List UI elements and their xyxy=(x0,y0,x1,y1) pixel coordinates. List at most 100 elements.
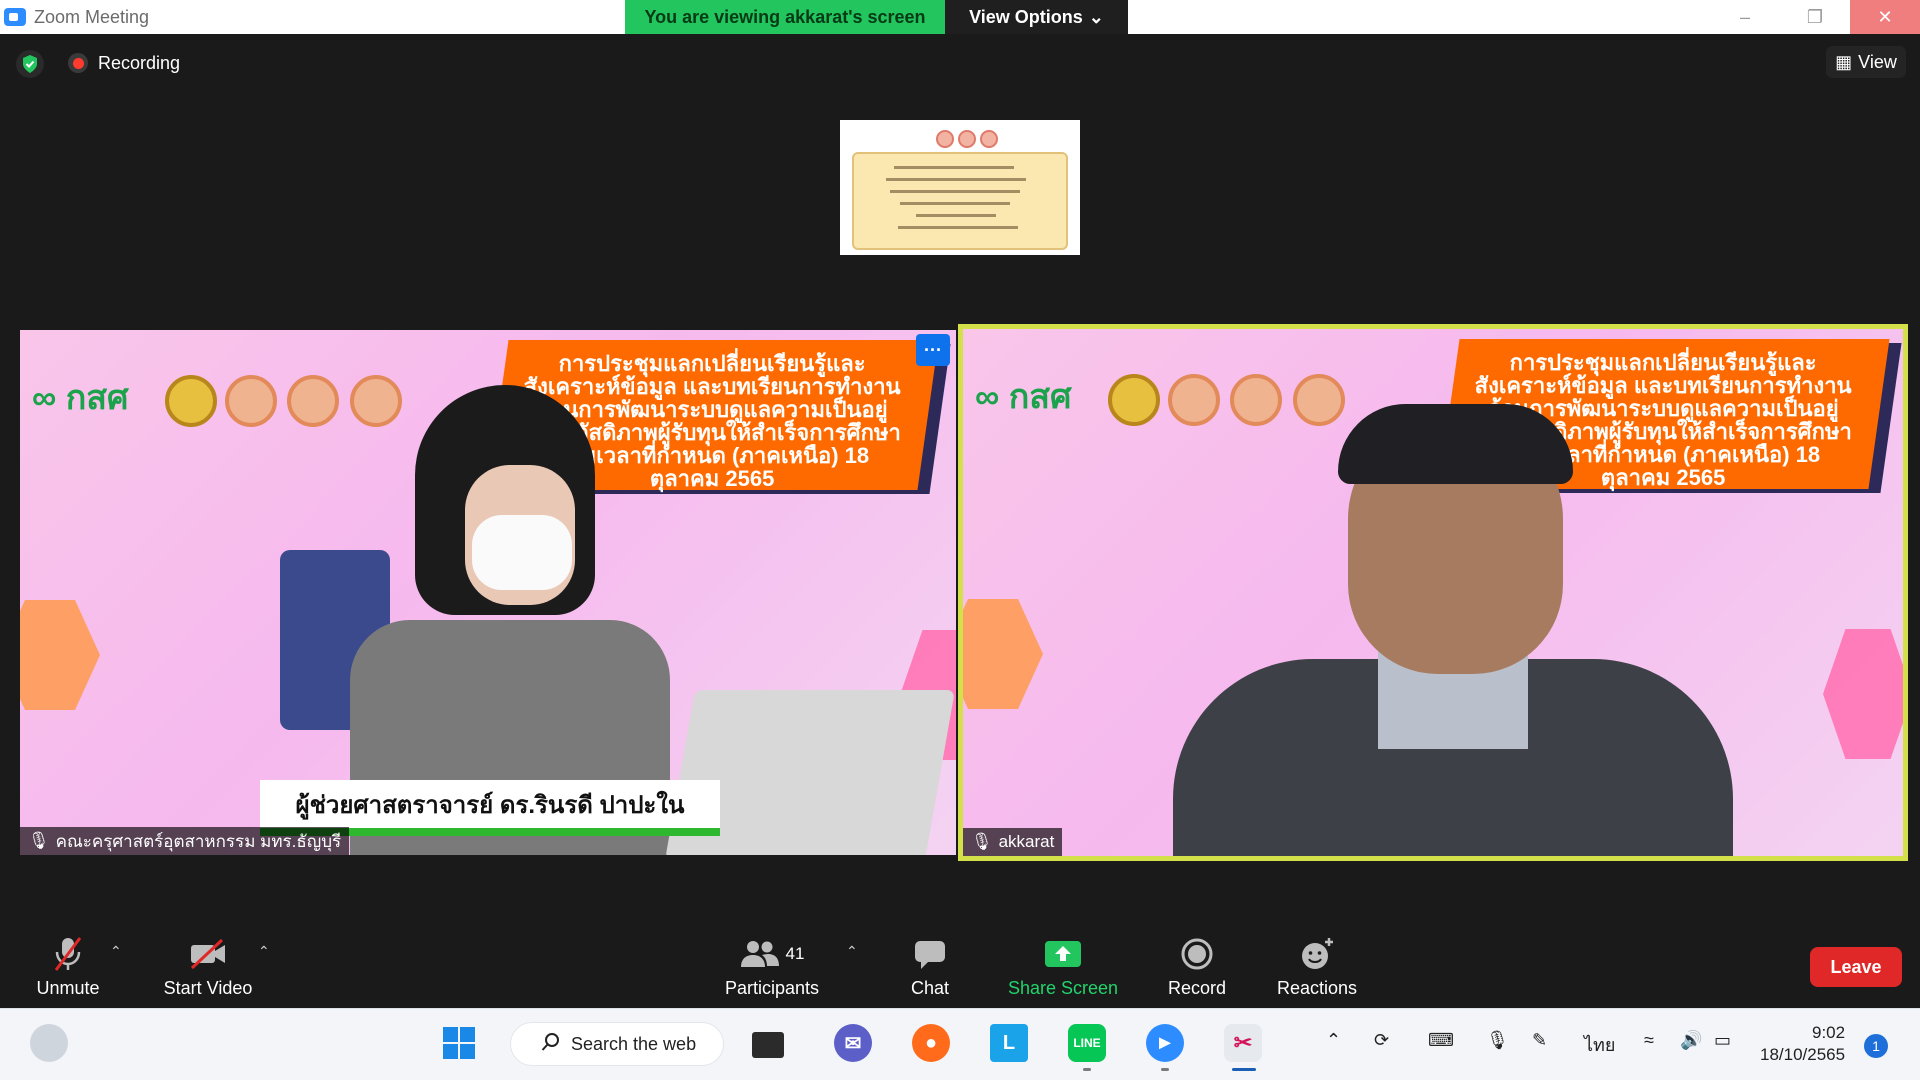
window-title: Zoom Meeting xyxy=(34,6,150,27)
zoom-app-icon xyxy=(4,8,26,26)
battery-icon[interactable]: ▭ xyxy=(1714,1030,1731,1051)
logo-text: กสศ xyxy=(1008,378,1072,416)
chevron-down-icon: ⌄ xyxy=(1088,6,1104,27)
video-tile-active-speaker[interactable]: ∞ กสศ การประชุมแลกเปลี่ยนเรียนรู้และสังเ… xyxy=(958,324,1908,861)
audio-options-caret-icon[interactable]: ⌃ xyxy=(110,943,122,960)
teams-chat-icon[interactable]: ✉ xyxy=(834,1024,872,1062)
unmute-label: Unmute xyxy=(36,978,100,998)
search-icon xyxy=(541,1032,561,1057)
view-options-button[interactable]: View Options ⌄ xyxy=(945,0,1128,34)
minimize-button[interactable]: – xyxy=(1710,0,1780,34)
wifi-icon[interactable]: ≈ xyxy=(1644,1030,1654,1051)
notification-badge[interactable]: 1 xyxy=(1864,1034,1888,1058)
keyboard-icon[interactable]: ⌨ xyxy=(1428,1030,1454,1051)
seal-icon xyxy=(936,130,954,148)
decor-hexagon xyxy=(20,600,100,710)
input-language[interactable]: ไทย xyxy=(1584,1030,1615,1059)
reactions-smiley-icon xyxy=(1299,934,1335,974)
security-shield-icon[interactable] xyxy=(16,50,44,78)
tile-more-options-button[interactable]: ··· xyxy=(916,334,950,366)
record-label: Record xyxy=(1167,978,1227,998)
sync-icon[interactable]: ⟳ xyxy=(1374,1030,1389,1051)
mic-muted-icon xyxy=(51,934,85,974)
line-app-icon[interactable]: LINE xyxy=(1068,1024,1106,1062)
record-icon xyxy=(1180,934,1214,974)
search-label: Search the web xyxy=(571,1033,697,1054)
participants-count: 41 xyxy=(785,944,805,963)
emblem-icon xyxy=(1108,374,1160,426)
unmute-button[interactable]: Unmute xyxy=(32,934,104,999)
taskbar-search[interactable]: Search the web xyxy=(510,1022,724,1066)
chevron-up-icon[interactable]: ⌃ xyxy=(1326,1030,1341,1051)
decor-hexagon xyxy=(963,599,1043,709)
view-button[interactable]: ▦ View xyxy=(1826,46,1906,78)
eef-logo: ∞ กสศ xyxy=(975,369,1072,423)
weather-cloud-icon[interactable] xyxy=(30,1024,68,1062)
microphone-icon[interactable]: 🎙 xyxy=(1486,1030,1509,1051)
viewing-screen-banner: You are viewing akkarat's screen xyxy=(625,0,945,34)
seal-icon xyxy=(1168,374,1220,426)
snipping-tool-icon[interactable]: ✂ xyxy=(1224,1024,1262,1062)
clock-time: 9:02 xyxy=(1812,1023,1846,1042)
video-tile-presenter[interactable]: ∞ กสศ การประชุมแลกเปลี่ยนเรียนรู้และสังเ… xyxy=(20,330,956,855)
recording-label: Recording xyxy=(98,53,181,73)
shared-screen-thumbnail[interactable] xyxy=(840,120,1080,255)
l-app-icon[interactable]: L xyxy=(990,1024,1028,1062)
volume-icon[interactable]: 🔊 xyxy=(1680,1030,1702,1051)
seal-icon xyxy=(1230,374,1282,426)
participant-name: akkarat xyxy=(998,832,1055,851)
face-mask xyxy=(472,515,572,590)
view-options-label: View Options xyxy=(969,6,1083,27)
windows-start-icon[interactable] xyxy=(440,1024,478,1062)
share-screen-button[interactable]: Share Screen xyxy=(1006,934,1120,999)
meeting-toolbar xyxy=(0,920,1920,1008)
task-view-icon[interactable] xyxy=(752,1032,784,1058)
view-label: View xyxy=(1858,51,1897,72)
logo-text: กสศ xyxy=(65,379,129,417)
mic-muted-icon: 🎙 xyxy=(28,831,50,850)
share-screen-icon xyxy=(1044,934,1082,974)
seal-icon xyxy=(980,130,998,148)
chat-button[interactable]: Chat xyxy=(905,934,955,999)
participant-name: คณะครุศาสตร์อุตสาหกรรม มทร.ธัญบุรี xyxy=(55,831,342,851)
windows-taskbar xyxy=(0,1008,1920,1080)
zoom-taskbar-icon[interactable]: ► xyxy=(1146,1024,1184,1062)
start-video-button[interactable]: Start Video xyxy=(158,934,258,999)
participants-button[interactable]: 41 Participants xyxy=(722,934,822,999)
pen-icon[interactable]: ✎ xyxy=(1532,1030,1547,1051)
video-off-icon xyxy=(188,934,228,974)
participant-name-tag: 🎙 akkarat xyxy=(963,828,1063,856)
clock-date: 18/10/2565 xyxy=(1760,1045,1846,1064)
seal-icon xyxy=(287,375,339,427)
firefox-icon[interactable]: ● xyxy=(912,1024,950,1062)
decor-hexagon xyxy=(1823,629,1903,759)
certificate-scroll-image xyxy=(852,152,1068,250)
close-button[interactable]: ✕ xyxy=(1850,0,1920,34)
share-screen-label: Share Screen xyxy=(1007,978,1119,998)
restore-button[interactable]: ❐ xyxy=(1780,0,1850,34)
infinity-icon: ∞ xyxy=(975,378,1009,416)
reactions-label: Reactions xyxy=(1276,978,1358,998)
eef-logo: ∞ กสศ xyxy=(32,370,129,424)
start-video-label: Start Video xyxy=(163,978,253,998)
seal-icon xyxy=(350,375,402,427)
window-controls: – ❐ ✕ xyxy=(1710,0,1920,34)
chat-icon xyxy=(913,934,947,974)
leave-button[interactable]: Leave xyxy=(1810,947,1902,987)
participants-options-caret-icon[interactable]: ⌃ xyxy=(846,943,858,960)
system-clock[interactable]: 9:02 18/10/2565 xyxy=(1760,1022,1845,1066)
video-options-caret-icon[interactable]: ⌃ xyxy=(258,943,270,960)
infinity-icon: ∞ xyxy=(32,379,66,417)
emblem-icon xyxy=(165,375,217,427)
record-button[interactable]: Record xyxy=(1166,934,1228,999)
participants-label: Participants xyxy=(724,978,820,998)
recording-indicator-icon xyxy=(68,53,88,73)
seal-icon xyxy=(225,375,277,427)
participant-name-tag: 🎙 คณะครุศาสตร์อุตสาหกรรม มทร.ธัญบุรี xyxy=(20,827,350,855)
reactions-button[interactable]: Reactions xyxy=(1272,934,1362,999)
chat-label: Chat xyxy=(910,978,950,998)
grid-icon: ▦ xyxy=(1835,51,1853,72)
seal-icon xyxy=(1293,374,1345,426)
mic-muted-icon: 🎙 xyxy=(971,832,993,851)
speaker-hair xyxy=(1338,404,1573,484)
